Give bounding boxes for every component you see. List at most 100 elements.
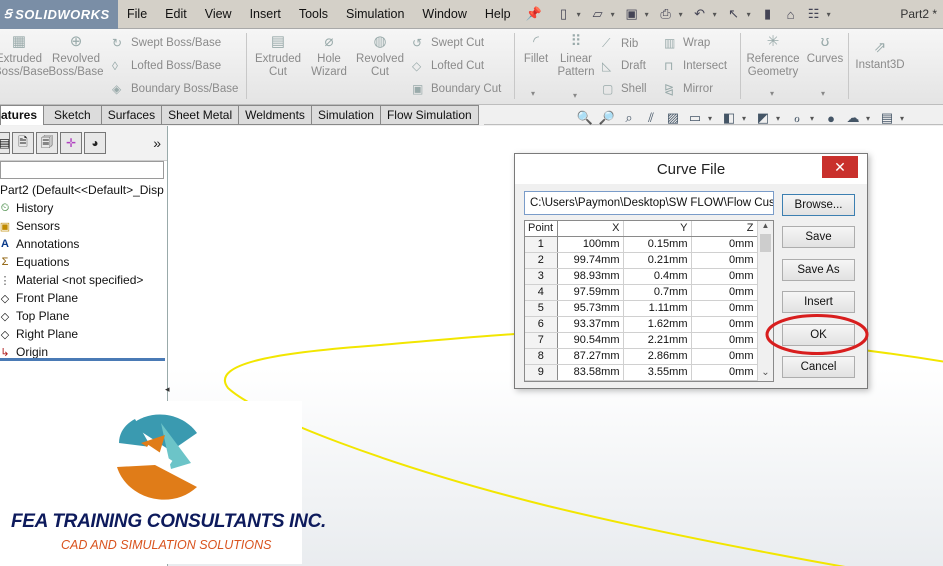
- options-icon[interactable]: ☷: [804, 4, 824, 24]
- curves-dropdown-icon[interactable]: ▾: [821, 89, 825, 98]
- options-dropdown-icon[interactable]: ▾: [827, 10, 835, 19]
- z-cell[interactable]: 0mm: [691, 316, 758, 333]
- tree-item-equations[interactable]: Σ Equations: [0, 253, 167, 271]
- display-style-dropdown-icon[interactable]: ▾: [742, 114, 750, 123]
- close-icon[interactable]: ✕: [822, 156, 858, 178]
- extruded-cut-button[interactable]: ▤ Extruded Cut: [252, 34, 304, 79]
- view-settings-icon[interactable]: ▤: [878, 110, 896, 126]
- section-view-icon[interactable]: ⫽: [642, 110, 660, 126]
- mirror-button[interactable]: ⧎ Mirror: [664, 82, 713, 96]
- display-manager-tab-icon[interactable]: ◕: [84, 132, 106, 154]
- tab-sketch[interactable]: Sketch: [44, 105, 102, 125]
- display-style-icon[interactable]: ◧: [720, 110, 738, 126]
- table-row[interactable]: 6 93.37mm 1.62mm 0mm: [525, 316, 758, 333]
- table-row[interactable]: 7 90.54mm 2.21mm 0mm: [525, 332, 758, 349]
- render-dropdown-icon[interactable]: ▾: [866, 114, 874, 123]
- point-cell[interactable]: 5: [525, 300, 558, 317]
- appearance-dropdown-icon[interactable]: ▾: [810, 114, 818, 123]
- fillet-button[interactable]: ◜ Fillet: [518, 34, 554, 66]
- feature-filter-field[interactable]: [0, 161, 164, 179]
- menu-tools[interactable]: Tools: [290, 0, 337, 29]
- draft-button[interactable]: ◺ Draft: [602, 59, 646, 73]
- new-document-icon[interactable]: ▯: [554, 4, 574, 24]
- save-dropdown-icon[interactable]: ▾: [645, 10, 653, 19]
- dynamic-annotation-icon[interactable]: ▨: [664, 110, 682, 126]
- x-cell[interactable]: 98.93mm: [557, 268, 624, 285]
- boundary-boss-button[interactable]: ◈ Boundary Boss/Base: [112, 82, 238, 96]
- view-settings-dropdown-icon[interactable]: ▾: [900, 114, 908, 123]
- lofted-boss-button[interactable]: ◊ Lofted Boss/Base: [112, 59, 221, 73]
- tree-item-material[interactable]: ⋮ Material <not specified>: [0, 271, 167, 289]
- y-cell[interactable]: 1.62mm: [623, 316, 692, 333]
- scroll-up-icon[interactable]: ▲: [758, 221, 773, 233]
- previous-view-icon[interactable]: ⌕: [620, 110, 638, 126]
- tab-sheet-metal[interactable]: Sheet Metal: [162, 105, 240, 125]
- tree-item-sensors[interactable]: ▣ Sensors: [0, 217, 167, 235]
- hide-show-dropdown-icon[interactable]: ▾: [776, 114, 784, 123]
- reference-dropdown-icon[interactable]: ▾: [770, 89, 774, 98]
- file-path-field[interactable]: C:\Users\Paymon\Desktop\SW FLOW\Flow Cus: [524, 191, 774, 215]
- z-cell[interactable]: 0mm: [691, 364, 758, 381]
- undo-dropdown-icon[interactable]: ▾: [713, 10, 721, 19]
- scrollbar-thumb[interactable]: [760, 234, 771, 252]
- save-icon[interactable]: ▣: [622, 4, 642, 24]
- scene-icon[interactable]: ●: [822, 111, 840, 126]
- hide-show-items-icon[interactable]: ◩: [754, 110, 772, 126]
- scroll-down-icon[interactable]: ⌄: [758, 367, 773, 379]
- wrap-button[interactable]: ▥ Wrap: [664, 36, 710, 50]
- zoom-to-area-icon[interactable]: 🔎: [598, 110, 616, 126]
- point-cell[interactable]: 4: [525, 284, 558, 301]
- z-cell[interactable]: 0mm: [691, 252, 758, 269]
- extruded-boss-button[interactable]: ▦ Extruded Boss/Base: [0, 34, 49, 79]
- swept-boss-button[interactable]: ↻ Swept Boss/Base: [112, 36, 221, 50]
- table-scrollbar[interactable]: ▲ ⌄: [757, 221, 773, 381]
- file-properties-icon[interactable]: ⌂: [781, 4, 801, 24]
- tab-flow-simulation[interactable]: Flow Simulation: [380, 105, 479, 125]
- tab-weldments[interactable]: Weldments: [239, 105, 312, 125]
- insert-button[interactable]: Insert: [782, 291, 855, 313]
- print-icon[interactable]: ⎙: [656, 4, 676, 24]
- menu-help[interactable]: Help: [476, 0, 520, 29]
- y-cell[interactable]: 1.11mm: [623, 300, 692, 317]
- shell-button[interactable]: ▢ Shell: [602, 82, 647, 96]
- print-dropdown-icon[interactable]: ▾: [679, 10, 687, 19]
- y-cell[interactable]: 3.55mm: [623, 364, 692, 381]
- z-cell[interactable]: 0mm: [691, 236, 758, 253]
- tree-root-part[interactable]: Part2 (Default<<Default>_Disp: [0, 181, 167, 199]
- rib-button[interactable]: ⟋ Rib: [602, 36, 638, 51]
- dimxpert-manager-tab-icon[interactable]: ✛: [60, 132, 82, 154]
- menu-file[interactable]: File: [118, 0, 156, 29]
- x-cell[interactable]: 100mm: [557, 236, 624, 253]
- tree-item-top-plane[interactable]: ◇ Top Plane: [0, 307, 167, 325]
- tree-item-history[interactable]: ⏲ History: [0, 199, 167, 217]
- x-cell[interactable]: 97.59mm: [557, 284, 624, 301]
- property-manager-tab-icon[interactable]: 🗎: [12, 132, 34, 154]
- y-cell[interactable]: 0.7mm: [623, 284, 692, 301]
- revolved-cut-button[interactable]: ◍ Revolved Cut: [354, 34, 406, 79]
- revolved-boss-button[interactable]: ⊕ Revolved Boss/Base: [48, 34, 104, 79]
- save-as-button[interactable]: Save As: [782, 259, 855, 281]
- appearance-icon[interactable]: ℴ: [788, 110, 806, 126]
- table-row[interactable]: 5 95.73mm 1.11mm 0mm: [525, 300, 758, 317]
- tree-item-right-plane[interactable]: ◇ Right Plane: [0, 325, 167, 343]
- swept-cut-button[interactable]: ↺ Swept Cut: [412, 36, 484, 50]
- open-folder-icon[interactable]: ▱: [588, 4, 608, 24]
- table-row[interactable]: 4 97.59mm 0.7mm 0mm: [525, 284, 758, 301]
- x-cell[interactable]: 95.73mm: [557, 300, 624, 317]
- point-cell[interactable]: 6: [525, 316, 558, 333]
- y-cell[interactable]: 2.86mm: [623, 348, 692, 365]
- zoom-to-fit-icon[interactable]: 🔍: [576, 110, 594, 126]
- save-button[interactable]: Save: [782, 226, 855, 248]
- point-cell[interactable]: 1: [525, 236, 558, 253]
- z-cell[interactable]: 0mm: [691, 332, 758, 349]
- table-row[interactable]: 8 87.27mm 2.86mm 0mm: [525, 348, 758, 365]
- open-dropdown-icon[interactable]: ▾: [611, 10, 619, 19]
- reference-geometry-button[interactable]: ✳ Reference Geometry: [744, 34, 802, 79]
- solidworks-logo[interactable]: Ꞩ SOLIDWORKS: [0, 0, 118, 29]
- tab-surfaces[interactable]: Surfaces: [101, 105, 163, 125]
- rebuild-icon[interactable]: ▮: [758, 4, 778, 24]
- new-dropdown-icon[interactable]: ▾: [577, 10, 585, 19]
- y-cell[interactable]: 2.21mm: [623, 332, 692, 349]
- tab-simulation[interactable]: Simulation: [311, 105, 381, 125]
- menu-window[interactable]: Window: [413, 0, 475, 29]
